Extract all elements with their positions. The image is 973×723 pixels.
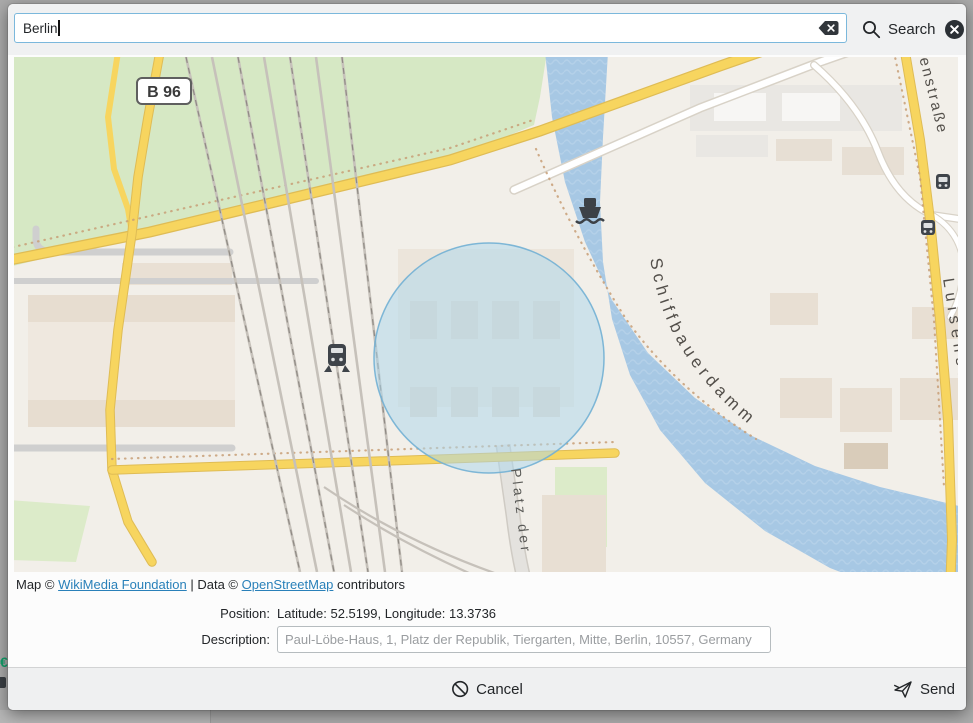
background-emoji-fragment: € <box>0 655 8 669</box>
map-view[interactable]: B 96 Schiffbauerdamm Luisenstraße senstr… <box>14 57 958 572</box>
description-label: Description: <box>8 632 270 647</box>
background-content <box>211 710 973 723</box>
description-row: Description: <box>8 624 966 655</box>
dialog-footer: Cancel Send <box>8 667 966 710</box>
cancel-icon <box>451 680 469 698</box>
attribution-data-prefix: | Data © <box>190 577 238 592</box>
search-input-wrap <box>14 13 847 43</box>
location-accuracy-circle <box>374 243 604 473</box>
search-input[interactable] <box>14 13 847 43</box>
tram-stop-icon-2 <box>921 220 935 235</box>
magnifier-icon <box>862 20 881 39</box>
background-icon-fragment <box>0 677 6 688</box>
close-icon[interactable] <box>945 20 964 39</box>
wikimedia-link[interactable]: WikiMedia Foundation <box>58 577 187 592</box>
share-location-dialog: Search <box>8 4 966 710</box>
road-badge-b96: B 96 <box>137 78 191 104</box>
attribution-map-prefix: Map © <box>16 577 54 592</box>
text-caret <box>58 20 60 36</box>
attribution-suffix: contributors <box>337 577 405 592</box>
description-input[interactable] <box>277 626 771 653</box>
map-attribution: Map © WikiMedia Foundation | Data © Open… <box>16 575 405 595</box>
search-button-label: Search <box>888 21 936 38</box>
position-value: Latitude: 52.5199, Longitude: 13.3736 <box>277 606 496 621</box>
send-button-label: Send <box>920 681 955 698</box>
tram-stop-icon-1 <box>936 174 950 189</box>
openstreetmap-link[interactable]: OpenStreetMap <box>242 577 334 592</box>
background-sidebar <box>0 710 210 723</box>
clear-text-icon[interactable] <box>818 20 840 36</box>
search-button[interactable]: Search <box>862 14 936 44</box>
cancel-button-label: Cancel <box>476 681 523 698</box>
send-button[interactable]: Send <box>893 668 955 710</box>
position-row: Position: Latitude: 52.5199, Longitude: … <box>8 603 966 623</box>
send-icon <box>893 680 913 699</box>
road-badge-label: B 96 <box>147 84 181 101</box>
map-canvas: B 96 Schiffbauerdamm Luisenstraße senstr… <box>14 57 958 572</box>
position-label: Position: <box>8 606 270 621</box>
cancel-button[interactable]: Cancel <box>451 668 523 710</box>
background-app-strip <box>0 710 973 723</box>
search-header: Search <box>8 4 966 55</box>
